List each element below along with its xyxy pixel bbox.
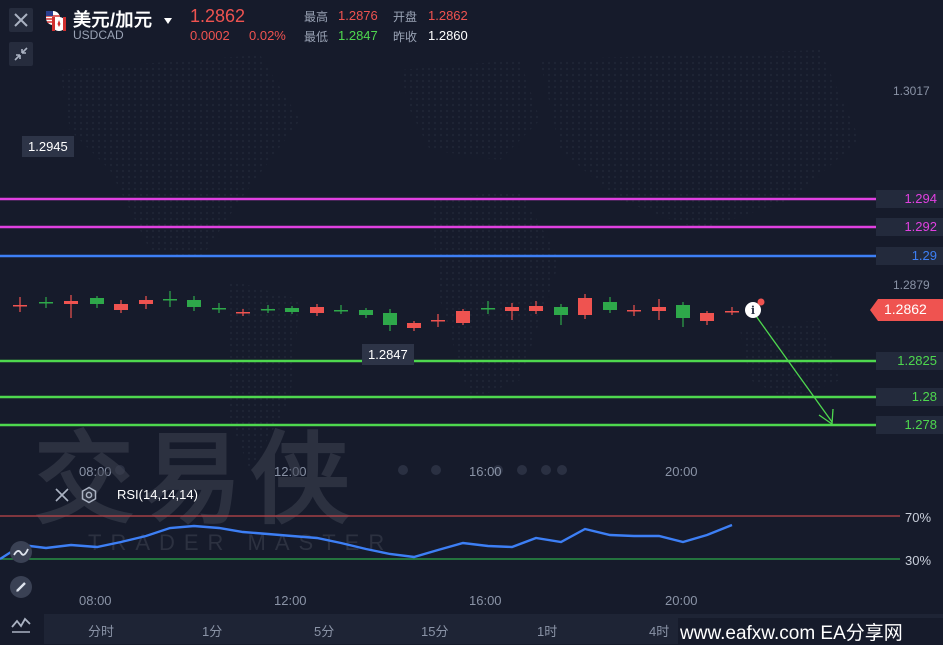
current-price-tag-text: 1.2862 [884, 301, 927, 317]
rsi-panel [0, 515, 900, 561]
forecast-arrow [755, 315, 834, 425]
candlestick[interactable] [359, 308, 373, 318]
time-axis-label: 16:00 [469, 464, 502, 479]
candlestick[interactable] [505, 303, 519, 320]
timeframe-button[interactable]: 1分 [202, 621, 222, 640]
candlestick[interactable] [212, 303, 226, 313]
candlestick[interactable] [236, 309, 250, 316]
candlestick[interactable] [334, 305, 348, 314]
level-price-tag: 1.29 [876, 247, 943, 265]
timeframe-button[interactable]: 4时 [649, 621, 669, 640]
event-marker[interactable] [557, 465, 567, 475]
candlestick[interactable] [456, 309, 470, 325]
rsi-line [0, 523, 733, 561]
event-marker[interactable] [431, 465, 441, 475]
candlestick[interactable] [310, 304, 324, 316]
candlestick[interactable] [554, 304, 568, 325]
candlestick[interactable] [163, 291, 177, 307]
draw-tool-button[interactable] [9, 540, 33, 564]
candlestick[interactable] [652, 299, 666, 320]
indicator-icon [11, 617, 31, 633]
indicator-button[interactable] [9, 612, 33, 636]
candlestick[interactable] [578, 294, 592, 319]
pen-button[interactable] [9, 575, 33, 599]
event-marker[interactable] [517, 465, 527, 475]
time-axis-label: 20:00 [665, 593, 698, 608]
candlestick[interactable] [725, 307, 739, 315]
candlestick[interactable] [700, 311, 714, 325]
level-price-tag: 1.292 [876, 218, 943, 236]
candlestick[interactable] [114, 300, 128, 313]
timeframe-button[interactable]: 分时 [88, 621, 114, 640]
candlestick[interactable] [407, 321, 421, 331]
time-axis-label: 20:00 [665, 464, 698, 479]
candlestick[interactable] [603, 297, 617, 313]
timeframe-button[interactable]: 15分 [421, 621, 448, 640]
time-axis-label: 16:00 [469, 593, 502, 608]
time-axis-label: 12:00 [274, 593, 307, 608]
brand-text: www.eafxw.com EA分享网 [680, 623, 903, 644]
candlestick[interactable] [90, 296, 104, 308]
candlestick[interactable] [39, 297, 53, 308]
draw-tool-icon [10, 541, 32, 563]
candlestick[interactable] [481, 301, 495, 314]
candlestick[interactable] [13, 297, 27, 312]
info-icon[interactable]: i [743, 297, 767, 321]
svg-text:i: i [751, 304, 755, 317]
candlestick[interactable] [431, 314, 445, 327]
low-marker-tooltip: 1.2847 [362, 344, 414, 365]
candlestick[interactable] [187, 296, 201, 311]
candlestick[interactable] [676, 302, 690, 327]
candlestick[interactable] [627, 305, 641, 316]
candlestick[interactable] [64, 295, 78, 318]
level-price-tag: 1.2825 [876, 352, 943, 370]
candlestick[interactable] [261, 305, 275, 313]
candlestick[interactable] [383, 309, 397, 331]
pen-icon [10, 576, 32, 598]
time-axis-label: 08:00 [79, 593, 112, 608]
candlestick[interactable] [139, 296, 153, 309]
level-price-tag: 1.294 [876, 190, 943, 208]
candlestick[interactable] [529, 301, 543, 314]
timeframe-button[interactable]: 1时 [537, 621, 557, 640]
high-marker-tooltip: 1.2945 [22, 136, 74, 157]
event-marker[interactable] [541, 465, 551, 475]
level-price-tag: 1.278 [876, 416, 943, 434]
event-marker[interactable] [398, 465, 408, 475]
level-price-tag: 1.28 [876, 388, 943, 406]
timeframe-button[interactable]: 5分 [314, 621, 334, 640]
candlestick[interactable] [285, 306, 299, 314]
